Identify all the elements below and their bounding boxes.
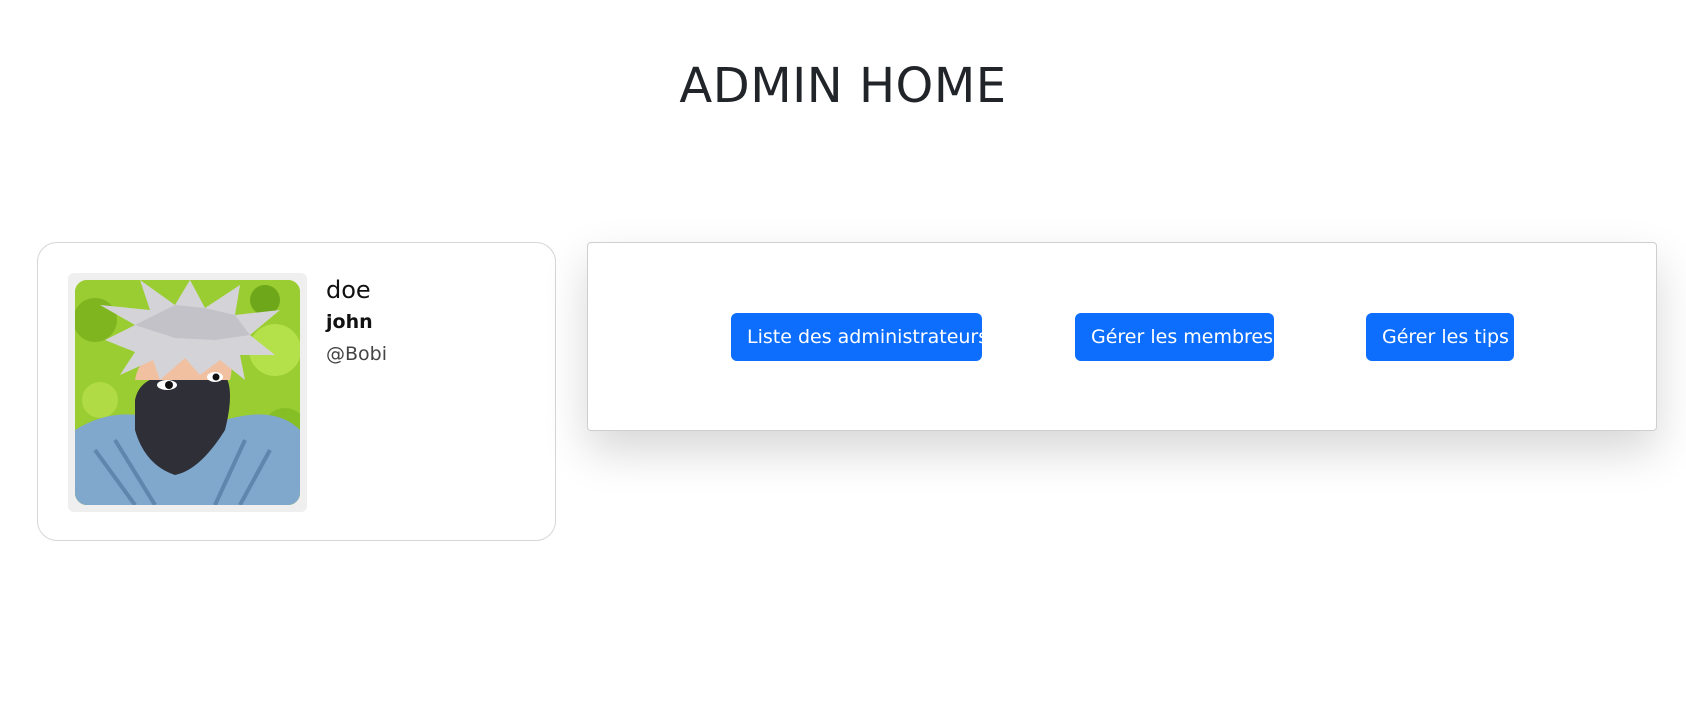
avatar bbox=[75, 280, 300, 505]
manage-members-button[interactable]: Gérer les membres bbox=[1075, 313, 1274, 361]
profile-card: doe john @Bobi bbox=[37, 242, 556, 541]
profile-last-name: doe bbox=[326, 276, 371, 304]
admin-actions-card: Liste des administrateurs Gérer les memb… bbox=[587, 242, 1657, 431]
avatar-image bbox=[75, 280, 300, 505]
profile-username: @Bobi bbox=[326, 343, 387, 365]
list-admins-button[interactable]: Liste des administrateurs bbox=[731, 313, 988, 361]
avatar-frame bbox=[68, 273, 307, 512]
profile-info: doe john @Bobi bbox=[326, 273, 387, 371]
admin-home-page: ADMIN HOME doe john @Bobi Liste des admi… bbox=[0, 0, 1686, 710]
profile-first-name: john bbox=[326, 311, 373, 333]
page-title: ADMIN HOME bbox=[679, 58, 1007, 114]
manage-tips-button[interactable]: Gérer les tips bbox=[1366, 313, 1514, 361]
